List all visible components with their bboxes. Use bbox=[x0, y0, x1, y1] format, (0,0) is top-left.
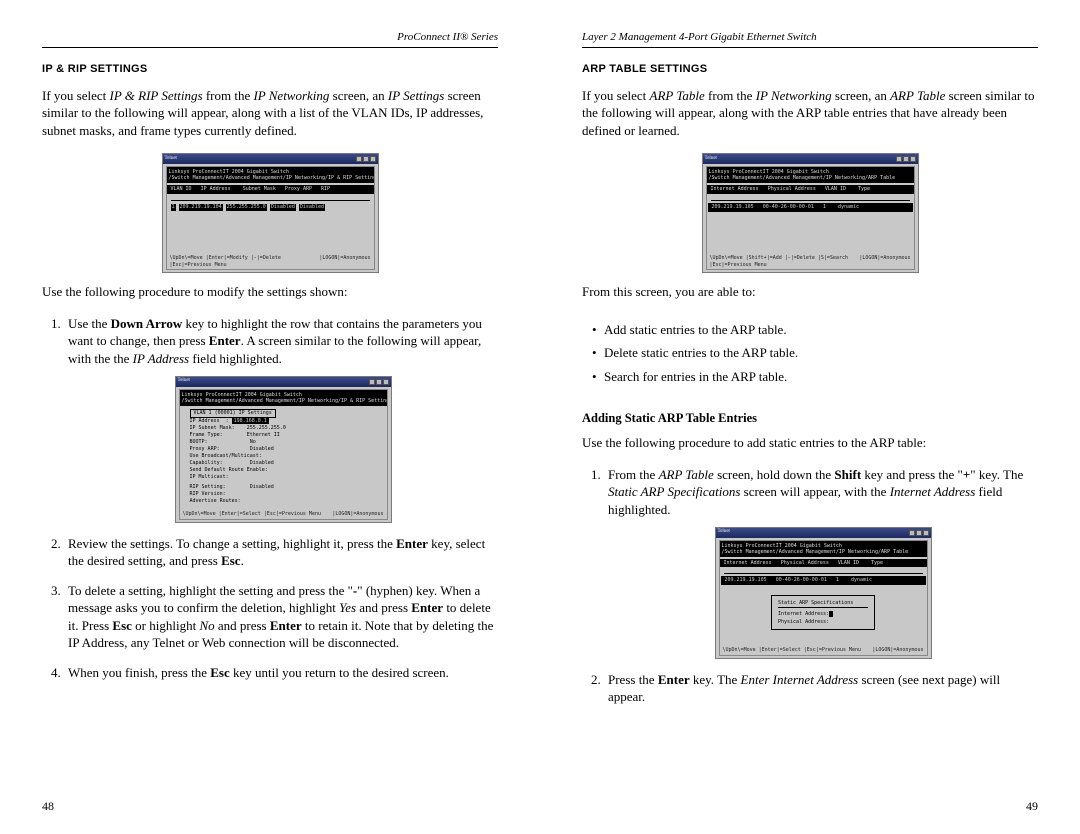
term-header: Linksys ProConnectIT 2004 Gigabit Switch… bbox=[167, 167, 374, 183]
left-page: ProConnect II® Series Ip & Rip Settings … bbox=[0, 30, 540, 814]
term-footer: \UpDn\=Move |Enter|=Modify |-|=Delete |E… bbox=[170, 255, 371, 269]
step-4: When you finish, press the Esc key until… bbox=[64, 664, 498, 682]
procedure-list-right: From the ARP Table screen, hold down the… bbox=[582, 466, 1038, 718]
step-3: To delete a setting, highlight the setti… bbox=[64, 582, 498, 652]
sub-intro: Use the following procedure to add stati… bbox=[582, 434, 1038, 452]
heading-ip-rip: Ip & Rip Settings bbox=[42, 62, 498, 77]
close-icon bbox=[383, 379, 389, 385]
terminal-window: Telnet Linksys ProConnectIT 2004 Gigabit… bbox=[715, 527, 932, 659]
bullet-add: Add static entries to the ARP table. bbox=[592, 321, 1038, 339]
close-icon bbox=[923, 530, 929, 536]
terminal-window: Telnet Linksys ProConnectIT 2004 Gigabit… bbox=[162, 153, 379, 273]
titlebar: Telnet bbox=[176, 377, 391, 387]
procedure-list-left: Use the Down Arrow key to highlight the … bbox=[42, 315, 498, 693]
term-data-row: 1 209.219.19.104 255.255.255.0 Disabled … bbox=[167, 203, 374, 212]
capabilities-list: Add static entries to the ARP table. Del… bbox=[582, 315, 1038, 392]
max-icon bbox=[376, 379, 382, 385]
term-form: VLAN 1 (00001) IP Settings IP Address : … bbox=[180, 406, 387, 508]
term-columns: VLAN ID IP Address Subnet Mask Proxy ARP… bbox=[167, 185, 374, 194]
close-icon bbox=[370, 156, 376, 162]
step-1: Use the Down Arrow key to highlight the … bbox=[64, 315, 498, 523]
internet-address-field bbox=[829, 611, 833, 617]
header-left-text: ProConnect II® Series bbox=[397, 30, 498, 45]
step-2: Review the settings. To change a setting… bbox=[64, 535, 498, 570]
bullet-delete: Delete static entries to the ARP table. bbox=[592, 344, 1038, 362]
page-spread: ProConnect II® Series Ip & Rip Settings … bbox=[0, 0, 1080, 834]
arp-row: 209.219.19.105 00-40-26-00-00-01 1 dynam… bbox=[708, 203, 913, 212]
header-right-text: Layer 2 Management 4-Port Gigabit Ethern… bbox=[582, 30, 817, 45]
r-step-2: Press the Enter key. The Enter Internet … bbox=[604, 671, 1038, 706]
intro-left: If you select IP & RIP Settings from the… bbox=[42, 87, 498, 140]
subheading-add-arp: Adding Static ARP Table Entries bbox=[582, 410, 1038, 427]
use-procedure-text: Use the following procedure to modify th… bbox=[42, 283, 498, 301]
titlebar: Telnet bbox=[163, 154, 378, 164]
min-icon bbox=[356, 156, 362, 162]
header-right: Layer 2 Management 4-Port Gigabit Ethern… bbox=[582, 30, 1038, 48]
min-icon bbox=[369, 379, 375, 385]
max-icon bbox=[903, 156, 909, 162]
bullet-search: Search for entries in the ARP table. bbox=[592, 368, 1038, 386]
min-icon bbox=[896, 156, 902, 162]
terminal-window: Telnet Linksys ProConnectIT 2004 Gigabit… bbox=[175, 376, 392, 523]
terminal-window: Telnet Linksys ProConnectIT 2004 Gigabit… bbox=[702, 153, 919, 273]
max-icon bbox=[916, 530, 922, 536]
figure-ip-settings: Telnet Linksys ProConnectIT 2004 Gigabit… bbox=[42, 153, 498, 273]
term-header: Linksys ProConnectIT 2004 Gigabit Switch… bbox=[180, 390, 387, 406]
static-arp-box: Static ARP Specifications Internet Addre… bbox=[771, 595, 875, 630]
close-icon bbox=[910, 156, 916, 162]
r-step-1: From the ARP Table screen, hold down the… bbox=[604, 466, 1038, 659]
page-number-left: 48 bbox=[42, 798, 54, 814]
window-controls bbox=[356, 156, 376, 162]
figure-static-arp: Telnet Linksys ProConnectIT 2004 Gigabit… bbox=[608, 527, 1038, 659]
min-icon bbox=[909, 530, 915, 536]
figure-arp-table: Telnet Linksys ProConnectIT 2004 Gigabit… bbox=[582, 153, 1038, 273]
titlebar-text: Telnet bbox=[165, 156, 177, 163]
header-left: ProConnect II® Series bbox=[42, 30, 498, 48]
from-screen-text: From this screen, you are able to: bbox=[582, 283, 1038, 301]
right-page: Layer 2 Management 4-Port Gigabit Ethern… bbox=[540, 30, 1080, 814]
figure-ip-edit: Telnet Linksys ProConnectIT 2004 Gigabit… bbox=[68, 376, 498, 523]
ip-address-field: 198.168.0.1 bbox=[232, 418, 269, 424]
page-number-right: 49 bbox=[1026, 798, 1038, 814]
heading-arp-table: Arp Table Settings bbox=[582, 62, 1038, 77]
intro-right: If you select ARP Table from the IP Netw… bbox=[582, 87, 1038, 140]
max-icon bbox=[363, 156, 369, 162]
